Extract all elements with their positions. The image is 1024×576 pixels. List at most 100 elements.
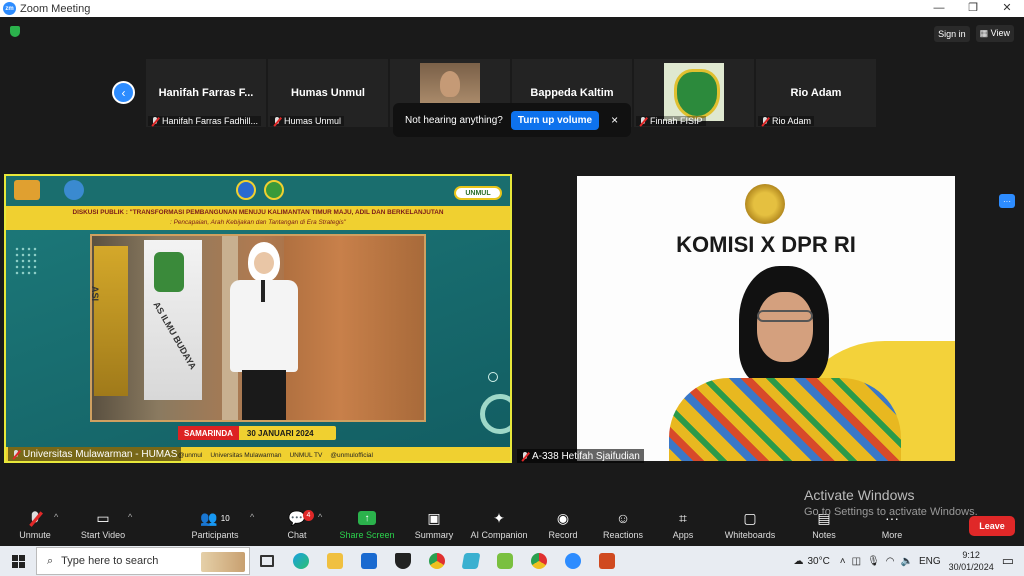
social-handles: @unmul Universitas Mulawarman UNMUL TV @… [178, 452, 373, 459]
participant-tile[interactable]: Hanifah Farras F... Hanifah Farras Fadhi… [146, 59, 266, 127]
mic-muted-icon [273, 116, 281, 126]
apps-label: Apps [672, 530, 694, 540]
app-icon[interactable] [454, 546, 488, 576]
mic-muted-icon [521, 451, 529, 461]
stage-video: ASI AS ILMU BUDAYA [90, 234, 426, 422]
unmul-badge: UNMUL [454, 186, 502, 200]
speaker [669, 266, 901, 461]
chevron-left-icon: ‹ [121, 85, 126, 100]
kemendikbud-logo-icon [236, 180, 256, 200]
notification-icon[interactable]: ▭ [1002, 553, 1014, 569]
whiteboards-button[interactable]: ▢ Whiteboards [715, 508, 785, 546]
share-screen-icon-wrap: ↑ [332, 508, 402, 528]
meeting-area: Sign in ▦ View ‹ Hanifah Farras F... Han… [0, 17, 1024, 504]
task-view-icon[interactable] [250, 546, 284, 576]
share-screen-label: Share Screen [339, 530, 395, 540]
more-options-button[interactable]: ··· [999, 194, 1015, 208]
close-icon[interactable]: × [611, 113, 618, 127]
participant-name: Humas Unmul [291, 87, 365, 99]
social-tiktok: @unmulofficial [330, 452, 373, 459]
security-icon[interactable] [386, 546, 420, 576]
sign-in-button[interactable]: Sign in [934, 25, 970, 42]
weather-icon[interactable]: ☁ [793, 556, 803, 567]
taskbar-search[interactable]: ⌕ Type here to search [36, 547, 250, 575]
share-screen-icon: ↑ [358, 511, 376, 525]
view-button[interactable]: ▦ View [975, 25, 1014, 42]
participant-video [420, 63, 480, 103]
maximize-button[interactable]: ❐ [956, 0, 990, 17]
participant-video-large[interactable]: KOMISI X DPR RI ··· A-338 Hetifah Sjaifu… [515, 174, 1020, 463]
zoom-taskbar-icon[interactable] [556, 546, 590, 576]
social-instagram: @unmul [178, 452, 203, 459]
chat-options-caret[interactable]: ^ [318, 512, 322, 522]
activate-windows-subtext: Go to Settings to activate Windows. [804, 506, 978, 518]
temperature[interactable]: 30°C [807, 556, 829, 567]
powerpoint-icon[interactable] [590, 546, 624, 576]
volume-icon[interactable]: 🔈 [901, 556, 913, 567]
language-indicator[interactable]: ENG [919, 556, 941, 567]
notes-label: Notes [812, 530, 836, 540]
sparkle-icon: ✦ [493, 509, 505, 526]
leave-button[interactable]: Leave [969, 516, 1015, 536]
mail-icon[interactable] [352, 546, 386, 576]
logo-icon [64, 180, 84, 200]
participants-count: 10 [220, 513, 230, 523]
network-icon[interactable]: ◫ [852, 556, 861, 567]
participants-button[interactable]: 👥 10 Participants [180, 508, 250, 546]
system-tray: ☁ 30°C ˄ ◫ 🎙 ◠ 🔈 ENG 9:12 30/01/2024 ▭ [793, 546, 1024, 576]
participant-name: Bappeda Kaltim [530, 87, 614, 99]
city-label: SAMARINDA [178, 426, 239, 440]
chat-label: Chat [287, 530, 307, 540]
close-button[interactable]: ✕ [990, 0, 1024, 17]
tray-chevron-icon[interactable]: ˄ [840, 556, 846, 567]
edge-icon[interactable] [284, 546, 318, 576]
chrome-icon[interactable] [420, 546, 454, 576]
window-controls: — ❐ ✕ [922, 0, 1024, 17]
participant-tile[interactable]: Finnah FISIP [634, 59, 754, 127]
unmute-button[interactable]: Unmute [0, 508, 70, 546]
search-icon: ⌕ [47, 554, 54, 567]
search-placeholder: Type here to search [61, 555, 159, 567]
share-screen-button[interactable]: ↑ Share Screen [332, 508, 402, 546]
audio-options-caret[interactable]: ^ [54, 512, 58, 522]
date-label: 30 JANUARI 2024 [246, 428, 314, 438]
zoom-app: zm Zoom Meeting — ❐ ✕ Sign in ▦ View ‹ H… [0, 0, 1024, 576]
active-speaker-video[interactable]: UNMUL DISKUSI PUBLIK : "TRANSFORMASI PEM… [4, 174, 512, 463]
windows-logo-icon [11, 554, 25, 568]
participant-tile[interactable]: Rio Adam Rio Adam [756, 59, 876, 127]
file-explorer-icon[interactable] [318, 546, 352, 576]
video-options-caret[interactable]: ^ [128, 512, 132, 522]
chrome-icon[interactable] [522, 546, 556, 576]
banner-top: UNMUL [6, 176, 510, 206]
mic-icon[interactable]: 🎙 [867, 556, 880, 567]
flag: AS ILMU BUDAYA [144, 240, 202, 400]
unmute-label: Unmute [19, 530, 51, 540]
wifi-icon[interactable]: ◠ [886, 556, 895, 567]
participants-options-caret[interactable]: ^ [250, 512, 254, 522]
participant-label-text: Universitas Mulawarman - HUMAS [23, 448, 178, 460]
event-logo-icon [14, 180, 40, 200]
clock[interactable]: 9:12 30/01/2024 [949, 549, 994, 573]
summary-button[interactable]: ▣ Summary [399, 508, 469, 546]
summary-icon: ▣ [427, 509, 441, 526]
mic-muted-icon [0, 508, 70, 528]
participant-label: A-338 Hetifah Sjaifudian [517, 449, 644, 463]
flag-text: AS ILMU BUDAYA [151, 300, 199, 372]
turn-up-volume-button[interactable]: Turn up volume [510, 110, 600, 130]
gallery-prev-button[interactable]: ‹ [112, 81, 135, 104]
toast-text: Not hearing anything? [405, 114, 503, 126]
participant-tile[interactable]: Humas Unmul Humas Unmul [268, 59, 388, 127]
windows-taskbar: ⌕ Type here to search ☁ 30°C ˄ ◫ 🎙 ◠ 🔈 E… [0, 546, 1024, 576]
minimize-button[interactable]: — [922, 0, 956, 17]
start-button[interactable] [0, 546, 36, 576]
whiteboards-label: Whiteboards [724, 530, 776, 540]
app-icon[interactable] [488, 546, 522, 576]
speaker-face [757, 292, 813, 362]
microphone-icon [261, 280, 265, 302]
decoration [480, 394, 510, 434]
apps-button[interactable]: ⌗ Apps [648, 508, 718, 546]
ai-companion-button[interactable]: ✦ AI Companion [464, 508, 534, 546]
presenter [214, 242, 314, 420]
participant-label-text: A-338 Hetifah Sjaifudian [532, 450, 640, 462]
shield-icon[interactable] [10, 26, 20, 37]
